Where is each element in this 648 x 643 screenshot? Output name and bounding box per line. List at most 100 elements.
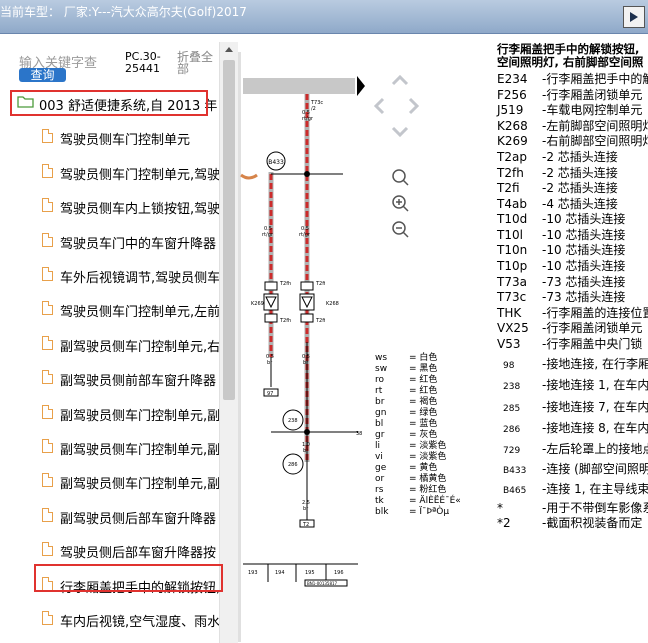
component-desc: -4 芯插头连接 [542,197,618,211]
tree-item[interactable]: 副驾驶员侧后部车窗升降器 [0,501,219,531]
svg-text:196: 196 [334,570,344,576]
component-desc: -10 芯插头连接 [542,259,626,273]
component-row: T2fi -2 芯插头连接 [497,179,618,195]
component-row: VX25 -行李厢盖闭锁单元 [497,319,643,335]
legend-entry: br = 褐色 [375,397,438,407]
cursor-fragment [240,173,258,180]
pan-controls[interactable] [373,74,420,138]
svg-text:K268: K268 [326,301,339,307]
left-panel: 输入关键字查 查询 PC.30-25441 折叠全部 003 舒适便捷系统,自 … [0,42,238,643]
component-code: T10n [497,243,528,257]
wire-black [270,173,358,522]
scrollbar-thumb[interactable] [223,60,235,400]
tree-scrollbar[interactable] [219,42,238,643]
component-code: T10l [497,228,523,242]
component-code: T4ab [497,197,527,211]
component-code: 285 [503,404,521,414]
tree-item[interactable]: 驾驶员侧后部车窗升降器按 [0,535,219,565]
legend-color-name: 橘黄色 [419,474,447,484]
legend-code: rs [375,485,384,495]
legend-code: ws [375,353,388,363]
legend-entry: rs = 粉红色 [375,485,447,495]
legend-code: rt [375,386,383,396]
tree-item[interactable]: 行李厢盖把手中的解锁按钮, [0,570,219,600]
component-row: T73a -73 芯插头连接 [497,273,625,289]
pan-left-icon [373,97,385,115]
tree-item[interactable]: 副驾驶员侧车门控制单元,右 [0,329,219,359]
component-desc: -行李厢盖闭锁单元 [542,321,643,335]
component-desc: -10 芯插头连接 [542,243,626,257]
tree-item[interactable]: 车内后视镜,空气湿度、雨水 [0,604,219,634]
tree-item[interactable]: 驾驶员侧车门控制单元,驾驶 [0,157,219,187]
tree-folder[interactable]: 003 舒适便捷系统,自 2013 年 12 [0,90,219,118]
svg-text:T2fh: T2fh [279,318,291,324]
expand-arrow-icon[interactable] [357,76,365,96]
component-row: F256 -行李厢盖闭锁单元 [497,86,642,102]
tree-folder[interactable]: 004 保险丝配置,自 2013 年 12 [0,638,219,643]
tree-item[interactable]: 车外后视镜调节,驾驶员侧车 [0,260,219,290]
zoom-controls[interactable] [392,169,409,238]
component-desc: -用于不带倒车影像系 [542,501,648,515]
play-button[interactable] [623,6,645,28]
legend-entry: ge = 黄色 [375,463,438,473]
tree-item-label: 车外后视镜调节,驾驶员侧车 [60,271,219,286]
title-bar: 当前车型： 厂家:Y---汽大众高尔夫(Golf)2017 [0,0,648,34]
tree-item[interactable]: 副驾驶员侧车门控制单元,副 [0,398,219,428]
wiring-diagram: B433 T73c /2 0.5 rt/gr 0.5 rt/gr 0.5 rt/… [238,42,494,643]
search-button[interactable]: 查询 [19,68,66,82]
component-code: *2 [497,516,511,530]
tree-item-label: 副驾驶员侧车门控制单元,副 [60,443,219,458]
tree-item[interactable]: 驾驶员车门中的车窗升降器 [0,226,219,256]
component-row: T10n -10 芯插头连接 [497,241,626,257]
component-desc: -2 芯插头连接 [542,181,618,195]
tree-item[interactable]: 驾驶员侧车内上锁按钮,驾驶 [0,191,219,221]
fold-all-button[interactable]: 折叠全部 [177,51,217,75]
legend-color-name: 白色 [419,353,438,363]
file-icon [42,404,53,419]
component-code: E234 [497,72,528,86]
component-code: 286 [503,425,521,435]
component-row: K268 -左前脚部空间照明灯 [497,117,648,133]
component-code: V53 [497,337,521,351]
legend-entry: tk = ÄlÈËÉ¯É« [375,496,461,506]
svg-text:195: 195 [305,570,315,576]
svg-text:rt/gr: rt/gr [299,232,311,238]
component-row: J519 -车载电网控制单元 [497,101,642,117]
component-row: 285 -接地连接 7, 在车内 [497,398,648,414]
tree-item-label: 副驾驶员侧后部车窗升降器 [60,511,217,527]
legend-code: tk [375,496,384,506]
tree-item-label: 驾驶员车门中的车窗升降器 [60,236,217,252]
panel-heading-line2: 空间照明灯, 右前脚部空间照 [497,55,644,69]
component-row: 729 -左后轮罩上的接地点 [497,440,648,456]
legend-entry: blk = Ï¯ÞªÒµ [375,507,450,517]
legend-color-name: 红色 [419,375,438,385]
legend-entry: ws = 白色 [375,353,438,363]
legend-entry: bl = 蓝色 [375,419,438,429]
splitter[interactable] [238,52,241,642]
component-row: E234 -行李厢盖把手中的解 [497,70,648,86]
file-icon [42,576,53,591]
component-desc: -连接 (脚部空间照明 [542,462,648,476]
component-code: T2ap [497,150,527,164]
pc-code-label: PC.30-25441 [125,50,161,75]
component-desc: -左后轮罩上的接地点 [542,442,648,456]
svg-text:193: 193 [248,570,258,576]
tree-item-label: 副驾驶员侧车门控制单元,副 [60,477,219,493]
play-icon [630,12,638,22]
legend-color-name: 黑色 [419,364,438,374]
tree-item[interactable]: 副驾驶员侧车门控制单元,副 [0,432,219,462]
scroll-up-icon[interactable] [223,45,235,55]
component-code: B465 [503,486,527,496]
tree-item[interactable]: 副驾驶员侧车门控制单元,副 [0,466,219,496]
legend-color-name: 粉红色 [419,485,447,495]
component-code: T2fh [497,166,524,180]
tree-item[interactable]: 驾驶员侧车门控制单元 [0,122,219,152]
tree-item[interactable]: 副驾驶员侧前部车窗升降器 [0,363,219,393]
svg-text:rt/gr: rt/gr [262,232,274,238]
svg-text:T2fi: T2fi [315,281,325,287]
tree-item[interactable]: 驾驶员侧车门控制单元,左前 [0,294,219,324]
component-desc: -连接 1, 在主导线束 [542,482,648,496]
tree-item-label: 003 舒适便捷系统,自 2013 年 12 [39,99,219,114]
component-row: 98 -接地连接, 在行李厢 [497,355,648,371]
component-desc: -行李厢盖中央门锁 [542,337,643,351]
